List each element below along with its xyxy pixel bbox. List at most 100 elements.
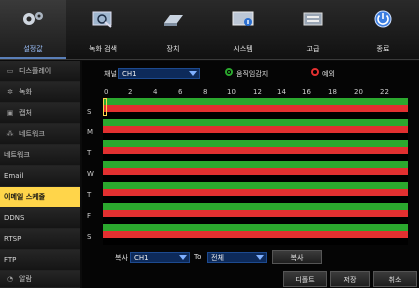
tab-label: 고급 [306,45,320,53]
sidebar-item-network-group[interactable]: ⁂ 네트워크 [0,124,80,145]
motion-slot[interactable] [103,224,408,231]
schedule-grid[interactable] [103,98,408,245]
motion-slot[interactable] [103,182,408,189]
tab-device[interactable]: 장치 [140,0,206,59]
exception-legend-icon [311,68,319,76]
sidebar-item-record[interactable]: ✲ 녹화 [0,82,80,103]
copy-to-value: 전체 [211,254,224,262]
hour-tick: 14 [277,88,286,96]
hour-tick: 20 [354,88,363,96]
motion-slot[interactable] [103,203,408,210]
sidebar-item-rtsp[interactable]: RTSP [0,229,80,250]
exception-slot[interactable] [103,189,408,196]
tab-advanced[interactable]: 고급 [280,0,346,59]
alarm-icon: ◔ [6,275,14,283]
network-icon: ⁂ [6,130,14,138]
tab-label: 녹화 검색 [89,45,117,53]
hour-tick: 8 [203,88,208,96]
sidebar-item-label: 디스플레이 [19,67,52,75]
motion-slot[interactable] [103,161,408,168]
sidebar-item-display[interactable]: ▭ 디스플레이 [0,61,80,82]
sidebar-item-email-schedule[interactable]: 이메일 스케줄 [0,187,80,208]
top-menu-bar: 설정값 녹화 검색 장치 시스템 고급 종료 [0,0,419,60]
exception-slot[interactable] [103,105,408,112]
sidebar-item-label: 캡처 [19,109,32,117]
schedule-row-tue[interactable] [103,140,408,154]
exception-slot[interactable] [103,231,408,238]
exception-slot[interactable] [103,147,408,154]
sidebar-item-alarm[interactable]: ◔ 알람 [0,271,80,288]
sidebar: ▭ 디스플레이 ✲ 녹화 ▣ 캡처 ⁂ 네트워크 네트워크 Email 이메일 스케줄 … [0,61,80,288]
sidebar-item-label: RTSP [4,235,22,243]
sidebar-item-email[interactable]: Email [0,166,80,187]
sidebar-item-label: Email [4,172,24,180]
hour-tick: 12 [253,88,262,96]
schedule-row-sat[interactable] [103,224,408,238]
tab-label: 시스템 [233,45,253,53]
tab-label: 장치 [166,45,180,53]
copy-label: 복사 [115,254,128,262]
default-button[interactable]: 디폴트 [283,271,327,287]
monitor-icon: ▭ [6,67,14,75]
day-label: T [87,149,92,157]
motion-slot[interactable] [103,140,408,147]
sidebar-item-label: 알람 [19,275,32,283]
day-label: W [87,170,94,178]
schedule-row-thu[interactable] [103,182,408,196]
day-label: S [87,108,92,116]
day-label: T [87,191,92,199]
schedule-row-mon[interactable] [103,119,408,133]
hour-tick: 2 [128,88,133,96]
record-icon: ✲ [7,88,13,96]
motion-slot[interactable] [103,119,408,126]
sidebar-item-label: DDNS [4,214,25,222]
exception-slot[interactable] [103,126,408,133]
schedule-row-wed[interactable] [103,161,408,175]
sidebar-item-network[interactable]: 네트워크 [0,145,80,166]
sidebar-item-label: 네트워크 [19,130,45,138]
tab-exit[interactable]: 종료 [350,0,416,59]
channel-select-value: CH1 [122,70,137,78]
sidebar-item-label: 이메일 스케줄 [4,193,46,201]
copy-from-value: CH1 [134,254,149,262]
hour-tick: 16 [302,88,311,96]
copy-to-select[interactable]: 전체 [207,252,267,263]
tab-record-search[interactable]: 녹화 검색 [70,0,136,59]
capture-icon: ▣ [6,109,14,117]
sidebar-item-label: FTP [4,256,17,264]
day-label: S [87,233,92,241]
hour-tick: 10 [227,88,236,96]
exception-legend-label: 예외 [322,70,335,78]
hdd-device-icon [164,15,183,26]
advanced-icon [303,12,323,26]
copy-button[interactable]: 복사 [272,250,322,264]
copy-to-label: To [194,253,202,261]
chevron-down-icon [179,255,187,260]
exception-slot[interactable] [103,168,408,175]
copy-from-select[interactable]: CH1 [130,252,190,263]
exception-slot[interactable] [103,210,408,217]
hour-tick: 18 [328,88,337,96]
hour-tick: 4 [153,88,158,96]
hour-tick: 22 [380,88,389,96]
sidebar-item-ddns[interactable]: DDNS [0,208,80,229]
day-label: M [87,128,94,136]
sidebar-item-label: 네트워크 [4,151,30,159]
day-label: F [87,212,92,220]
channel-select[interactable]: CH1 [118,68,200,79]
tab-label: 설정값 [23,45,43,53]
schedule-row-fri[interactable] [103,203,408,217]
selection-cursor [103,98,107,116]
tab-system[interactable]: 시스템 [210,0,276,59]
sidebar-item-capture[interactable]: ▣ 캡처 [0,103,80,124]
motion-slot[interactable] [103,98,408,105]
tab-settings[interactable]: 설정값 [0,0,66,59]
sidebar-item-ftp[interactable]: FTP [0,250,80,271]
save-button[interactable]: 저장 [330,271,370,287]
tab-label: 종료 [376,45,390,53]
chevron-down-icon [256,255,264,260]
hour-tick: 0 [104,88,109,96]
power-icon [374,10,392,28]
schedule-row-sun[interactable] [103,98,408,112]
cancel-button[interactable]: 취소 [373,271,417,287]
